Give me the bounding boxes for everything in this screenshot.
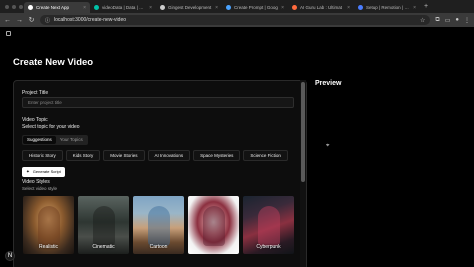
nextjs-dev-indicator[interactable]: N xyxy=(5,251,15,261)
project-title-label: Project Title xyxy=(22,90,49,96)
video-topic-sublabel: Select topic for your video xyxy=(22,124,80,130)
site-info-icon[interactable]: ⓘ xyxy=(45,17,50,24)
style-caption: Cyberpunk xyxy=(256,244,281,250)
topic-chip-science-fiction[interactable]: Science Fiction xyxy=(243,150,288,161)
forward-icon[interactable]: → xyxy=(16,17,23,24)
video-styles-label: Video Styles xyxy=(22,179,50,185)
browser-tab-ai-guru-lab[interactable]: AI Guru Lab : Ultimat × xyxy=(288,2,354,13)
style-card-cinematic[interactable]: Cinematic xyxy=(78,196,129,254)
tab-your-topics[interactable]: Your Topics xyxy=(56,136,87,144)
browser-tab-remotion[interactable]: Setup | Remotion | Mak × xyxy=(354,2,420,13)
tab-title: Create Next App xyxy=(36,5,70,10)
tab-suggestions[interactable]: Suggestions xyxy=(23,136,56,144)
video-style-list: Realistic Cinematic Cartoon Cyberpunk xyxy=(23,196,294,254)
tab-title: Create Prompt | Goog xyxy=(234,5,278,10)
video-topic-label: Video Topic xyxy=(22,117,48,123)
topic-chips: Historic Story Kids Story Movie Stories … xyxy=(22,150,288,161)
style-card-watercolor[interactable] xyxy=(188,196,239,254)
topic-chip-space-mysteries[interactable]: Space Mysteries xyxy=(193,150,241,161)
tab-title: Gingest Development xyxy=(168,5,212,10)
sparkle-icon: ✦ xyxy=(26,169,30,174)
close-tab-icon[interactable]: × xyxy=(215,5,218,11)
cinematic-thumbnail xyxy=(92,206,115,246)
url-text: localhost:3000/create-new-video xyxy=(54,17,127,23)
browser-tab-strip: Create Next App × videoData | Data | Dev… xyxy=(0,0,474,13)
address-bar[interactable]: ⓘ localhost:3000/create-new-video ☆ xyxy=(40,15,431,25)
realistic-thumbnail xyxy=(37,206,60,246)
style-card-cyberpunk[interactable]: Cyberpunk xyxy=(243,196,294,254)
close-tab-icon[interactable]: × xyxy=(281,5,284,11)
preview-title: Preview xyxy=(315,80,342,87)
bookmark-star-icon[interactable]: ☆ xyxy=(420,17,425,24)
profile-icon[interactable]: ● xyxy=(455,17,459,23)
sidepanel-icon[interactable]: ▭ xyxy=(445,17,451,24)
cyberpunk-thumbnail xyxy=(257,206,280,246)
reload-icon[interactable]: ↻ xyxy=(28,16,35,24)
topic-chip-historic-story[interactable]: Historic Story xyxy=(22,150,63,161)
close-tab-icon[interactable]: × xyxy=(149,5,152,11)
browser-tab-create-prompt[interactable]: Create Prompt | Goog × xyxy=(222,2,288,13)
extensions-icon[interactable]: ⧉ xyxy=(435,17,439,24)
tab-favicon-icon xyxy=(160,5,165,10)
style-card-realistic[interactable]: Realistic xyxy=(23,196,74,254)
browser-tab-create-next-app[interactable]: Create Next App × xyxy=(24,2,90,13)
close-tab-icon[interactable]: × xyxy=(413,5,416,11)
sidebar-toggle-icon[interactable] xyxy=(6,31,11,36)
style-caption: Realistic xyxy=(39,244,58,250)
tab-title: AI Guru Lab : Ultimat xyxy=(300,5,343,10)
style-caption: Cartoon xyxy=(149,244,168,250)
back-icon[interactable]: ← xyxy=(4,17,11,24)
browser-toolbar: ← → ↻ ⓘ localhost:3000/create-new-video … xyxy=(0,13,474,27)
style-card-cartoon[interactable]: Cartoon xyxy=(133,196,184,254)
scrollbar-thumb[interactable] xyxy=(301,82,305,182)
tab-favicon-icon xyxy=(28,5,33,10)
browser-tab-videodata[interactable]: videoData | Data | Dev × xyxy=(90,2,156,13)
browser-tab-gingest[interactable]: Gingest Development × xyxy=(156,2,222,13)
mouse-cursor-icon: ⌖ xyxy=(326,143,330,149)
tab-title: videoData | Data | Dev xyxy=(102,5,147,10)
new-tab-icon[interactable]: + xyxy=(420,3,428,10)
close-tab-icon[interactable]: × xyxy=(347,5,350,11)
generate-script-button[interactable]: ✦ Generate Script xyxy=(22,167,65,177)
tab-title: Setup | Remotion | Mak xyxy=(366,5,411,10)
generate-script-label: Generate Script xyxy=(32,169,61,174)
cartoon-thumbnail xyxy=(147,206,170,246)
tab-favicon-icon xyxy=(358,5,363,10)
window-controls xyxy=(0,0,24,13)
topic-tabs: Suggestions Your Topics xyxy=(22,135,88,145)
tab-favicon-icon xyxy=(292,5,297,10)
menu-icon[interactable]: ⋮ xyxy=(464,17,470,24)
tab-favicon-icon xyxy=(94,5,99,10)
watercolor-thumbnail xyxy=(202,206,225,246)
style-caption: Cinematic xyxy=(92,244,115,250)
page-title: Create New Video xyxy=(13,57,94,68)
topic-chip-ai-innovations[interactable]: AI Innovations xyxy=(147,150,191,161)
close-tab-icon[interactable]: × xyxy=(83,5,86,11)
topic-chip-movie-stories[interactable]: Movie Stories xyxy=(103,150,145,161)
tab-favicon-icon xyxy=(226,5,231,10)
topic-chip-kids-story[interactable]: Kids Story xyxy=(65,150,101,161)
project-title-input[interactable]: Enter project title xyxy=(22,97,294,108)
video-styles-sublabel: Select video style xyxy=(22,186,58,191)
